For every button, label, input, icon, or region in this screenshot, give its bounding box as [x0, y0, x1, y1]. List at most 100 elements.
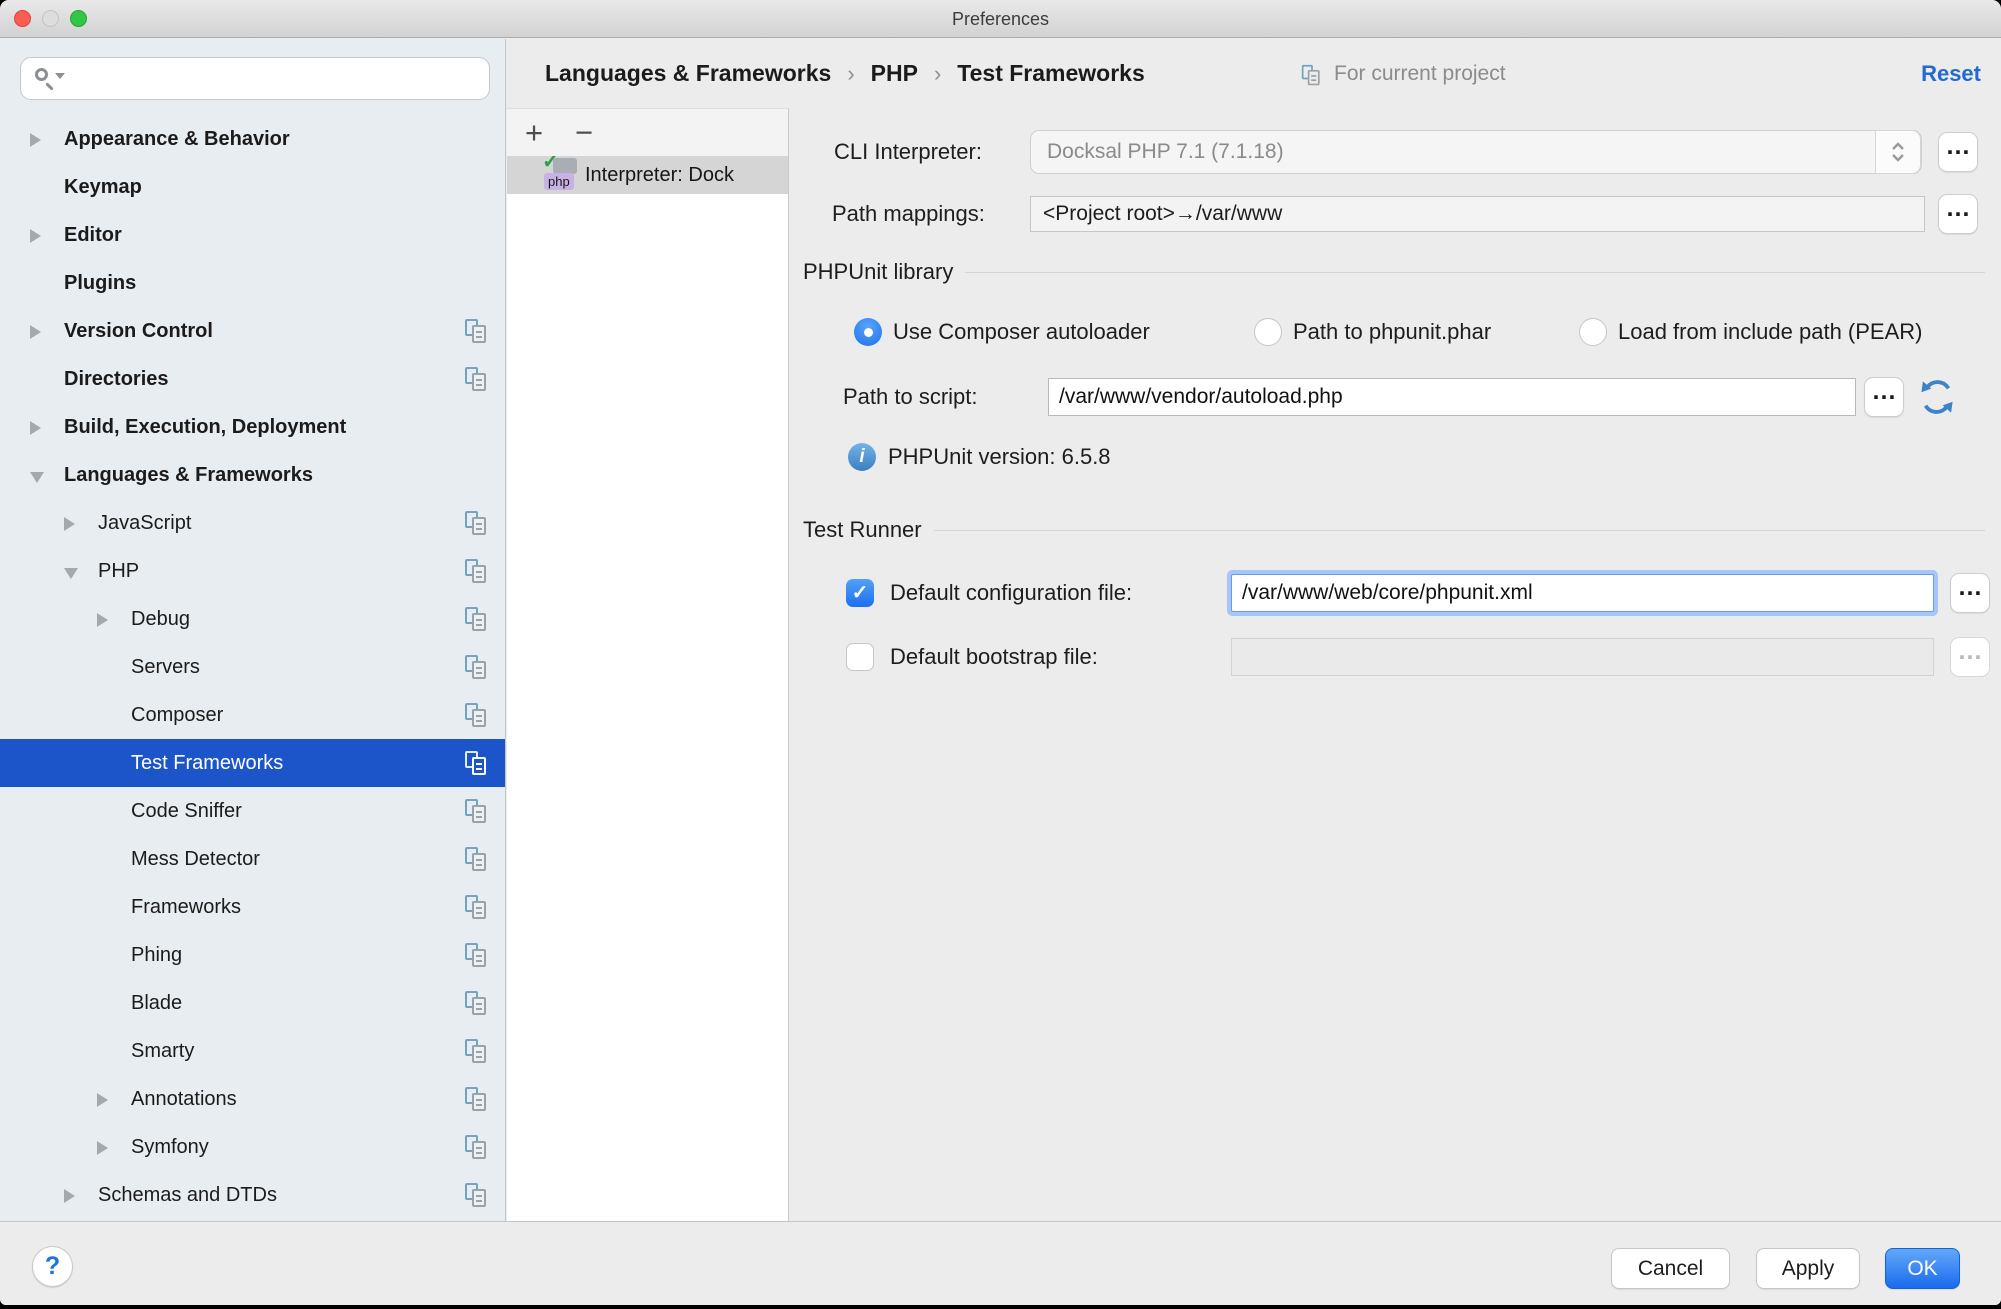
- breadcrumb-separator: ›: [847, 61, 854, 87]
- sidebar-tree-item[interactable]: Test Frameworks: [0, 739, 505, 787]
- search-icon[interactable]: [33, 66, 63, 92]
- sidebar-item-label: Plugins: [64, 272, 136, 295]
- sidebar-tree-item[interactable]: Languages & Frameworks: [0, 451, 505, 499]
- sidebar-tree-item[interactable]: Blade: [0, 979, 505, 1027]
- dialog-footer: ? Cancel Apply OK: [0, 1221, 2001, 1305]
- default-bootstrap-input: [1231, 638, 1934, 676]
- sidebar-tree-item[interactable]: Plugins: [0, 259, 505, 307]
- remove-button[interactable]: −: [571, 113, 597, 153]
- sidebar-tree-item[interactable]: JavaScript: [0, 499, 505, 547]
- default-config-browse-button[interactable]: …: [1950, 573, 1990, 613]
- tree-disclosure-arrow-icon[interactable]: [64, 517, 75, 531]
- path-mappings-field[interactable]: <Project root>→/var/www: [1030, 196, 1925, 232]
- tree-disclosure-arrow-icon[interactable]: [30, 421, 41, 435]
- radio-circle-icon: [1579, 318, 1607, 346]
- tree-disclosure-arrow-icon[interactable]: [30, 229, 41, 243]
- radio-circle-icon: [854, 318, 882, 346]
- interpreter-list-item[interactable]: ✓ php Interpreter: Dock: [507, 156, 788, 194]
- sidebar-tree-item[interactable]: Mess Detector: [0, 835, 505, 883]
- tree-disclosure-arrow-icon[interactable]: [30, 472, 44, 483]
- tree-disclosure-arrow-icon[interactable]: [97, 613, 108, 627]
- project-level-icon: [465, 607, 489, 632]
- path-to-script-label: Path to script:: [843, 378, 978, 416]
- sidebar-item-label: Languages & Frameworks: [64, 464, 313, 487]
- project-level-icon: [465, 1183, 489, 1208]
- sidebar-tree-item[interactable]: Code Sniffer: [0, 787, 505, 835]
- ok-button[interactable]: OK: [1885, 1248, 1960, 1289]
- phpunit-library-radio[interactable]: Path to phpunit.phar: [1254, 318, 1491, 346]
- sidebar-item-label: Annotations: [131, 1088, 237, 1111]
- sidebar-tree-item[interactable]: Appearance & Behavior: [0, 115, 505, 163]
- sidebar-item-label: JavaScript: [98, 512, 191, 535]
- project-level-icon: [465, 559, 489, 584]
- settings-sidebar: Appearance & Behavior Keymap Editor Plug…: [0, 39, 506, 1221]
- phpunit-library-radio[interactable]: Use Composer autoloader: [854, 318, 1150, 346]
- sidebar-tree-item[interactable]: Directories: [0, 355, 505, 403]
- sidebar-tree-item[interactable]: Phing: [0, 931, 505, 979]
- sidebar-item-label: Schemas and DTDs: [98, 1184, 277, 1207]
- default-config-input[interactable]: [1231, 574, 1934, 612]
- sidebar-tree-item[interactable]: Build, Execution, Deployment: [0, 403, 505, 451]
- window-title: Preferences: [0, 0, 2001, 38]
- sidebar-item-label: Mess Detector: [131, 848, 260, 871]
- project-level-icon: [465, 799, 489, 824]
- default-config-checkbox[interactable]: ✓: [846, 579, 874, 607]
- chevron-up-down-icon: [1875, 130, 1921, 174]
- breadcrumb-part[interactable]: Test Frameworks: [957, 60, 1144, 87]
- tree-disclosure-arrow-icon[interactable]: [30, 325, 41, 339]
- test-frameworks-panel: CLI Interpreter: Docksal PHP 7.1 (7.1.18…: [790, 108, 2001, 1221]
- path-to-script-browse-button[interactable]: …: [1864, 377, 1904, 417]
- tree-disclosure-arrow-icon[interactable]: [64, 1189, 75, 1203]
- cli-interpreter-browse-button[interactable]: …: [1938, 132, 1978, 172]
- radio-circle-icon: [1254, 318, 1282, 346]
- path-mappings-browse-button[interactable]: …: [1938, 194, 1978, 234]
- reset-link[interactable]: Reset: [1921, 39, 1981, 108]
- scope-indicator: For current project: [1300, 39, 1506, 108]
- project-level-icon: [465, 895, 489, 920]
- info-icon: i: [848, 443, 876, 471]
- sidebar-item-label: Smarty: [131, 1040, 194, 1063]
- preferences-window: Preferences Appearance & Behavior Keymap…: [0, 0, 2001, 1305]
- sidebar-tree-item[interactable]: Debug: [0, 595, 505, 643]
- default-bootstrap-label: Default bootstrap file:: [890, 638, 1098, 676]
- sidebar-tree-item[interactable]: Annotations: [0, 1075, 505, 1123]
- sidebar-tree-item[interactable]: Symfony: [0, 1123, 505, 1171]
- settings-tree: Appearance & Behavior Keymap Editor Plug…: [0, 115, 505, 1219]
- path-to-script-input[interactable]: [1048, 378, 1856, 416]
- sidebar-item-label: Code Sniffer: [131, 800, 242, 823]
- project-level-icon: [465, 655, 489, 680]
- titlebar: Preferences: [0, 0, 2001, 38]
- phpunit-library-radio[interactable]: Load from include path (PEAR): [1579, 318, 1923, 346]
- project-level-icon: [1302, 65, 1322, 86]
- tree-disclosure-arrow-icon[interactable]: [64, 568, 78, 579]
- sidebar-tree-item[interactable]: Servers: [0, 643, 505, 691]
- sidebar-tree-item[interactable]: Editor: [0, 211, 505, 259]
- add-button[interactable]: +: [521, 113, 547, 153]
- search-input[interactable]: [63, 61, 489, 97]
- sidebar-tree-item[interactable]: Version Control: [0, 307, 505, 355]
- tree-disclosure-arrow-icon[interactable]: [97, 1093, 108, 1107]
- phpunit-php-icon: ✓ php: [543, 157, 585, 193]
- breadcrumb-part[interactable]: Languages & Frameworks: [545, 60, 831, 87]
- default-bootstrap-checkbox[interactable]: [846, 643, 874, 671]
- sidebar-tree-item[interactable]: Composer: [0, 691, 505, 739]
- breadcrumb-part[interactable]: PHP: [871, 60, 918, 87]
- project-level-icon: [465, 1135, 489, 1160]
- sidebar-tree-item[interactable]: Keymap: [0, 163, 505, 211]
- radio-label: Use Composer autoloader: [893, 319, 1150, 345]
- sidebar-tree-item[interactable]: Smarty: [0, 1027, 505, 1075]
- apply-button[interactable]: Apply: [1756, 1248, 1860, 1289]
- help-button[interactable]: ?: [32, 1246, 73, 1287]
- sidebar-tree-item[interactable]: PHP: [0, 547, 505, 595]
- refresh-icon[interactable]: [1918, 377, 1956, 417]
- sidebar-item-label: Symfony: [131, 1136, 209, 1159]
- settings-search-box[interactable]: [20, 57, 490, 100]
- sidebar-item-label: Blade: [131, 992, 182, 1015]
- sidebar-item-label: Servers: [131, 656, 200, 679]
- cancel-button[interactable]: Cancel: [1611, 1248, 1730, 1289]
- tree-disclosure-arrow-icon[interactable]: [97, 1141, 108, 1155]
- cli-interpreter-select[interactable]: Docksal PHP 7.1 (7.1.18): [1030, 130, 1922, 174]
- tree-disclosure-arrow-icon[interactable]: [30, 133, 41, 147]
- sidebar-tree-item[interactable]: Schemas and DTDs: [0, 1171, 505, 1219]
- sidebar-tree-item[interactable]: Frameworks: [0, 883, 505, 931]
